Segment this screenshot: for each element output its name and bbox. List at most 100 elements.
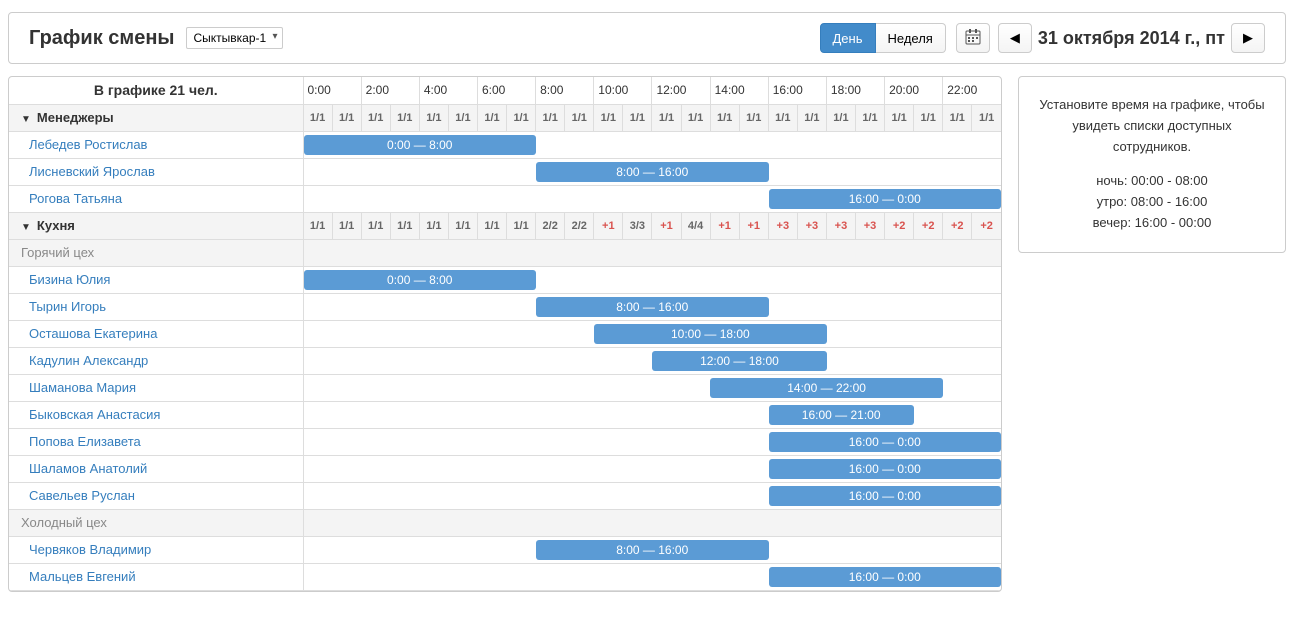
shift-bar[interactable]: 8:00 — 16:00 (536, 540, 769, 560)
shift-night: ночь: 00:00 - 08:00 (1033, 171, 1271, 192)
counter-cell: 1/1 (826, 104, 855, 131)
shift-bar[interactable]: 0:00 — 8:00 (304, 270, 537, 290)
shift-evening: вечер: 16:00 - 00:00 (1033, 213, 1271, 234)
shift-bar[interactable]: 16:00 — 21:00 (769, 405, 914, 425)
counter-cell: 1/1 (681, 104, 710, 131)
counter-cell: +3 (855, 212, 884, 239)
employee-name-cell: Тырин Игорь (9, 293, 303, 320)
time-header: 8:00 (536, 77, 594, 104)
employee-name-cell: Быковская Анастасия (9, 401, 303, 428)
employee-link[interactable]: Рогова Татьяна (29, 191, 122, 206)
timeline-cell[interactable]: 16:00 — 0:00 (303, 482, 1001, 509)
timeline-cell[interactable]: 10:00 — 18:00 (303, 320, 1001, 347)
time-header: 16:00 (768, 77, 826, 104)
employee-link[interactable]: Шаманова Мария (29, 380, 136, 395)
counter-cell: 1/1 (332, 212, 361, 239)
counter-cell: 1/1 (361, 212, 390, 239)
timeline-cell[interactable]: 14:00 — 22:00 (303, 374, 1001, 401)
view-week-button[interactable]: Неделя (876, 23, 946, 53)
counter-cell: 1/1 (303, 104, 332, 131)
counter-cell: 1/1 (739, 104, 768, 131)
chevron-right-icon: ▶ (1243, 30, 1253, 46)
timeline-cell[interactable]: 0:00 — 8:00 (303, 131, 1001, 158)
employee-name-cell: Кадулин Александр (9, 347, 303, 374)
timeline-cell[interactable]: 0:00 — 8:00 (303, 266, 1001, 293)
group-header[interactable]: ▼Кухня (9, 212, 303, 239)
employee-link[interactable]: Тырин Игорь (29, 299, 106, 314)
timeline-cell[interactable]: 16:00 — 0:00 (303, 185, 1001, 212)
counter-cell: 2/2 (536, 212, 565, 239)
employee-link[interactable]: Кадулин Александр (29, 353, 148, 368)
time-header: 0:00 (303, 77, 361, 104)
employee-link[interactable]: Шаламов Анатолий (29, 461, 147, 476)
counter-cell: 1/1 (419, 212, 448, 239)
employee-link[interactable]: Савельев Руслан (29, 488, 135, 503)
counter-cell: 1/1 (565, 104, 594, 131)
employee-link[interactable]: Быковская Анастасия (29, 407, 160, 422)
calendar-button[interactable] (956, 23, 990, 53)
employee-link[interactable]: Лисневский Ярослав (29, 164, 155, 179)
timeline-cell[interactable]: 8:00 — 16:00 (303, 293, 1001, 320)
employee-link[interactable]: Попова Елизавета (29, 434, 141, 449)
time-header: 10:00 (594, 77, 652, 104)
next-button[interactable]: ▶ (1231, 23, 1265, 53)
shift-morning: утро: 08:00 - 16:00 (1033, 192, 1271, 213)
timeline-cell[interactable]: 16:00 — 0:00 (303, 455, 1001, 482)
counter-cell: 1/1 (507, 104, 536, 131)
shift-bar[interactable]: 16:00 — 0:00 (769, 486, 1002, 506)
view-day-button[interactable]: День (820, 23, 876, 53)
timeline-cell[interactable]: 16:00 — 21:00 (303, 401, 1001, 428)
toolbar: График смены Сыктывкар-1 День Неделя ◀ 3… (8, 12, 1286, 64)
timeline-cell[interactable]: 12:00 — 18:00 (303, 347, 1001, 374)
side-hint: Установите время на графике, чтобы увиде… (1033, 95, 1271, 157)
location-select-wrap: Сыктывкар-1 (186, 27, 283, 49)
counter-cell: 1/1 (390, 104, 419, 131)
counter-cell: 3/3 (623, 212, 652, 239)
employee-link[interactable]: Бизина Юлия (29, 272, 110, 287)
counter-cell: +1 (594, 212, 623, 239)
shift-bar[interactable]: 16:00 — 0:00 (769, 567, 1002, 587)
counter-cell: 1/1 (710, 104, 739, 131)
counter-cell: +2 (943, 212, 972, 239)
counter-cell: 4/4 (681, 212, 710, 239)
side-panel: Установите время на графике, чтобы увиде… (1018, 76, 1286, 253)
counter-cell: 1/1 (332, 104, 361, 131)
counter-cell: 1/1 (855, 104, 884, 131)
counter-cell: +1 (652, 212, 681, 239)
location-select[interactable]: Сыктывкар-1 (186, 27, 283, 49)
shift-bar[interactable]: 16:00 — 0:00 (769, 189, 1002, 209)
timeline-cell[interactable]: 16:00 — 0:00 (303, 563, 1001, 590)
time-header: 20:00 (885, 77, 943, 104)
counter-cell: 1/1 (536, 104, 565, 131)
shift-bar[interactable]: 16:00 — 0:00 (769, 432, 1002, 452)
employee-link[interactable]: Червяков Владимир (29, 542, 151, 557)
employee-name-cell: Савельев Руслан (9, 482, 303, 509)
employee-name-cell: Попова Елизавета (9, 428, 303, 455)
subgroup-header[interactable]: Холодный цех (9, 509, 303, 536)
counter-cell: 1/1 (943, 104, 972, 131)
shift-bar[interactable]: 8:00 — 16:00 (536, 297, 769, 317)
time-header: 22:00 (943, 77, 1001, 104)
shift-bar[interactable]: 16:00 — 0:00 (769, 459, 1002, 479)
counter-cell: 1/1 (972, 104, 1001, 131)
group-header[interactable]: ▼Менеджеры (9, 104, 303, 131)
timeline-cell[interactable]: 16:00 — 0:00 (303, 428, 1001, 455)
employee-link[interactable]: Мальцев Евгений (29, 569, 136, 584)
counter-cell: 1/1 (448, 212, 477, 239)
employee-link[interactable]: Осташова Екатерина (29, 326, 157, 341)
subgroup-header[interactable]: Горячий цех (9, 239, 303, 266)
timeline-cell[interactable]: 8:00 — 16:00 (303, 536, 1001, 563)
summary-cell: В графике 21 чел. (9, 77, 303, 104)
shift-bar[interactable]: 12:00 — 18:00 (652, 351, 826, 371)
counter-cell: 1/1 (477, 104, 506, 131)
caret-down-icon: ▼ (21, 114, 31, 125)
shift-bar[interactable]: 0:00 — 8:00 (304, 135, 537, 155)
employee-link[interactable]: Лебедев Ростислав (29, 137, 147, 152)
shift-bar[interactable]: 14:00 — 22:00 (710, 378, 943, 398)
prev-button[interactable]: ◀ (998, 23, 1032, 53)
timeline-cell[interactable]: 8:00 — 16:00 (303, 158, 1001, 185)
calendar-icon (965, 29, 981, 48)
shift-bar[interactable]: 8:00 — 16:00 (536, 162, 769, 182)
counter-cell: +1 (710, 212, 739, 239)
shift-bar[interactable]: 10:00 — 18:00 (594, 324, 827, 344)
